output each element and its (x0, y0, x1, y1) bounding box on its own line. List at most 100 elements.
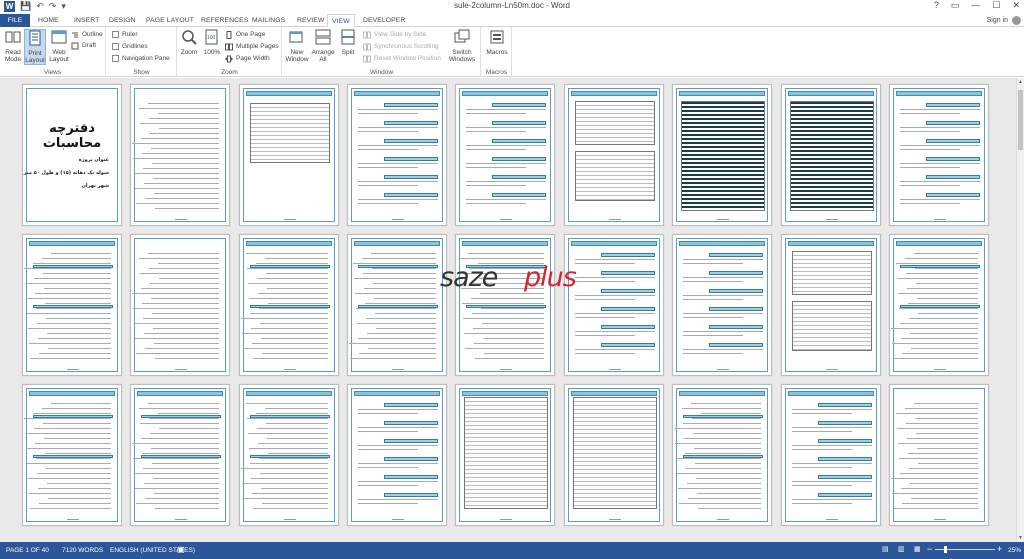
page-thumbnail[interactable] (564, 384, 664, 526)
tab-file[interactable]: FILE (0, 14, 30, 27)
tab-home[interactable]: HOME (38, 14, 59, 27)
page-thumbnail[interactable] (239, 234, 339, 376)
one-page-button[interactable]: One Page (225, 30, 265, 39)
document-area[interactable]: دفترچه محاسبات عنوان پروژه سوله تک دهانه… (0, 78, 1016, 542)
view-side-by-side-button[interactable]: View Side by Side (363, 30, 426, 39)
avatar[interactable] (1012, 16, 1021, 25)
page-thumbnail[interactable] (672, 84, 772, 226)
gridlines-checkbox[interactable]: Gridlines (112, 42, 148, 51)
minimize-button[interactable]: — (971, 0, 980, 11)
page-thumbnail[interactable] (130, 84, 230, 226)
page-thumbnail[interactable] (672, 384, 772, 526)
page-thumbnail[interactable] (239, 84, 339, 226)
page-thumbnail[interactable] (564, 84, 664, 226)
page-thumbnail[interactable] (22, 384, 122, 526)
page-content (465, 348, 544, 349)
navigation-pane-checkbox[interactable]: Navigation Pane (112, 54, 170, 63)
tab-references[interactable]: REFERENCES (201, 14, 248, 27)
page-content (358, 499, 438, 500)
page-thumbnail[interactable] (347, 234, 447, 376)
page-content (246, 253, 328, 254)
page-content (358, 431, 418, 432)
page-thumbnail[interactable] (564, 234, 664, 376)
page-content (384, 403, 438, 407)
page-width-button[interactable]: Page Width (225, 54, 270, 63)
page-content (43, 273, 111, 274)
tab-developer[interactable]: DEVELOPER (363, 14, 405, 27)
word-count-status[interactable]: 7120 WORDS (62, 547, 103, 554)
page-content (148, 103, 219, 104)
page-thumbnail[interactable] (22, 234, 122, 376)
page-thumbnail[interactable] (130, 384, 230, 526)
page-thumbnail[interactable] (455, 84, 555, 226)
zoom-100-button[interactable]: 100 100% (202, 29, 222, 56)
zoom-button[interactable]: Zoom (179, 29, 199, 56)
zoom-slider-handle[interactable] (944, 546, 947, 553)
tab-view[interactable]: VIEW (327, 14, 355, 28)
page-thumbnail[interactable] (889, 84, 989, 226)
tab-review[interactable]: REVIEW (297, 14, 324, 27)
maximize-button[interactable]: ☐ (992, 0, 1000, 11)
tab-mailings[interactable]: MAILINGS (252, 14, 285, 27)
page-thumbnail[interactable] (455, 234, 555, 376)
page-thumbnail[interactable] (781, 384, 881, 526)
page-thumbnail[interactable] (347, 384, 447, 526)
page-thumbnail[interactable] (455, 384, 555, 526)
page-content (144, 183, 219, 184)
page-thumbnail[interactable] (130, 234, 230, 376)
new-window-button[interactable]: New Window (284, 29, 310, 63)
multiple-pages-button[interactable]: Multiple Pages (225, 42, 279, 51)
page-content (675, 443, 761, 444)
tab-design[interactable]: DESIGN (109, 14, 136, 27)
page-thumbnail-cover[interactable]: دفترچه محاسبات عنوان پروژه سوله تک دهانه… (22, 84, 122, 226)
scroll-up-icon[interactable]: ▲ (1018, 79, 1023, 85)
web-layout-status-icon[interactable]: ▦ (914, 545, 921, 553)
page-thumbnail[interactable] (781, 84, 881, 226)
read-mode-button[interactable]: Read Mode (3, 29, 23, 63)
page-content (151, 148, 219, 149)
page-thumbnail[interactable] (672, 234, 772, 376)
zoom-level-status[interactable]: 25% (1008, 547, 1021, 554)
tab-page-layout[interactable]: PAGE LAYOUT (146, 14, 194, 27)
web-layout-button[interactable]: Web Layout (48, 29, 70, 63)
scroll-thumb[interactable] (1018, 90, 1023, 150)
ruler-checkbox[interactable]: Ruler (112, 30, 138, 39)
page-thumbnail[interactable] (347, 84, 447, 226)
page-count-status[interactable]: PAGE 1 OF 40 (6, 547, 49, 554)
draft-button[interactable]: Draft (71, 41, 96, 50)
page-header-bar (462, 391, 548, 396)
help-button[interactable]: ? (934, 0, 939, 11)
ribbon-display-button[interactable]: ▭ (951, 0, 960, 11)
split-button[interactable]: Split (337, 29, 359, 56)
page-content (900, 145, 980, 146)
page-content (911, 348, 978, 349)
outline-button[interactable]: Outline (71, 30, 103, 39)
close-button[interactable]: ✕ (1012, 0, 1020, 11)
print-layout-status-icon[interactable]: ▥ (898, 545, 905, 553)
sign-in-link[interactable]: Sign in (987, 17, 1008, 24)
print-layout-button[interactable]: Print Layout (24, 29, 46, 65)
page-content (688, 498, 761, 499)
zoom-in-icon[interactable]: + (997, 544, 1002, 554)
arrange-all-button[interactable]: Arrange All (310, 29, 336, 63)
page-thumbnail[interactable] (889, 384, 989, 526)
tab-insert[interactable]: INSERT (74, 14, 99, 27)
page-thumbnail[interactable] (781, 234, 881, 376)
page-thumbnail[interactable] (889, 234, 989, 376)
page-content (44, 288, 111, 289)
reset-window-position-button[interactable]: Reset Window Position (363, 54, 441, 63)
page-content (471, 298, 544, 299)
page-content (148, 253, 219, 254)
synchronous-scrolling-button[interactable]: Synchronous Scrolling (363, 42, 439, 51)
scroll-down-icon[interactable]: ▼ (1018, 535, 1023, 541)
zoom-out-icon[interactable]: − (927, 544, 932, 554)
switch-windows-button[interactable]: Switch Windows (447, 29, 477, 63)
page-content (818, 403, 872, 407)
vertical-scrollbar[interactable]: ▲ ▼ (1016, 78, 1024, 542)
page-content (256, 413, 328, 414)
macros-button[interactable]: Macros (484, 29, 510, 56)
page-content (466, 203, 526, 204)
macro-record-icon[interactable]: ▣ (177, 545, 185, 554)
read-mode-status-icon[interactable]: ▤ (882, 545, 889, 553)
page-thumbnail[interactable] (239, 384, 339, 526)
